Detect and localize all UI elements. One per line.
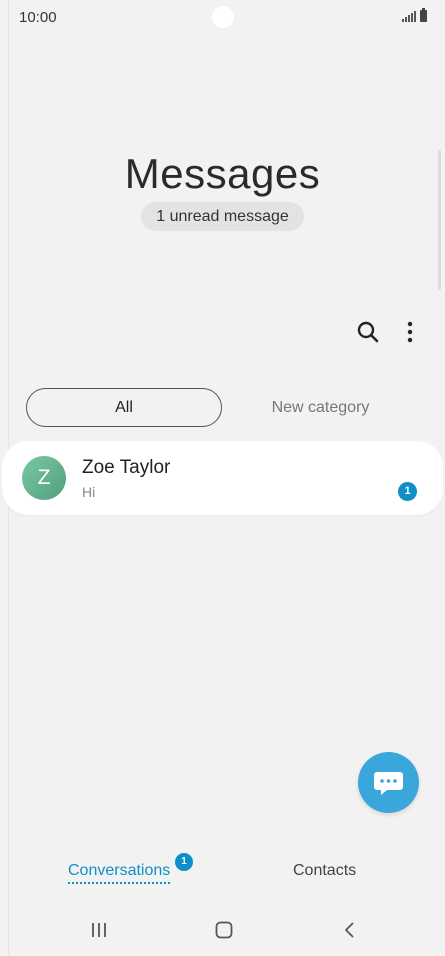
back-icon [345,922,354,938]
home-button[interactable] [214,920,234,940]
page-title: Messages [124,150,321,197]
conversation-name: Zoe Taylor [82,457,171,478]
search-button[interactable] [355,319,381,345]
conversation-item[interactable]: Z Zoe Taylor Hi 1 [2,441,443,515]
battery-icon [420,8,427,22]
category-tab-new[interactable]: New category [222,388,419,425]
recent-apps-icon [92,923,106,937]
home-icon [215,921,233,939]
chat-bubble-icon [374,772,403,795]
back-button[interactable] [340,920,360,940]
unread-count-pill[interactable]: 1 unread message [141,202,304,231]
more-options-button[interactable] [400,318,420,346]
camera-cutout [212,6,234,28]
tab-contacts[interactable]: Contacts [293,862,356,880]
status-icons [402,8,427,22]
conversations-badge: 1 [175,853,193,871]
conversation-preview: Hi [82,484,96,500]
signal-icon [402,10,416,22]
tab-conversations[interactable]: Conversations [68,862,171,884]
avatar: Z [22,456,66,500]
search-icon [357,321,379,343]
unread-badge: 1 [398,482,417,501]
category-tab-all[interactable]: All [26,388,222,427]
more-vertical-icon [407,321,413,343]
recent-apps-button[interactable] [89,920,109,940]
status-time: 10:00 [19,9,57,26]
messages-screen: 10:00 Messages 1 unread message All New … [0,0,445,956]
compose-button[interactable] [358,752,419,813]
